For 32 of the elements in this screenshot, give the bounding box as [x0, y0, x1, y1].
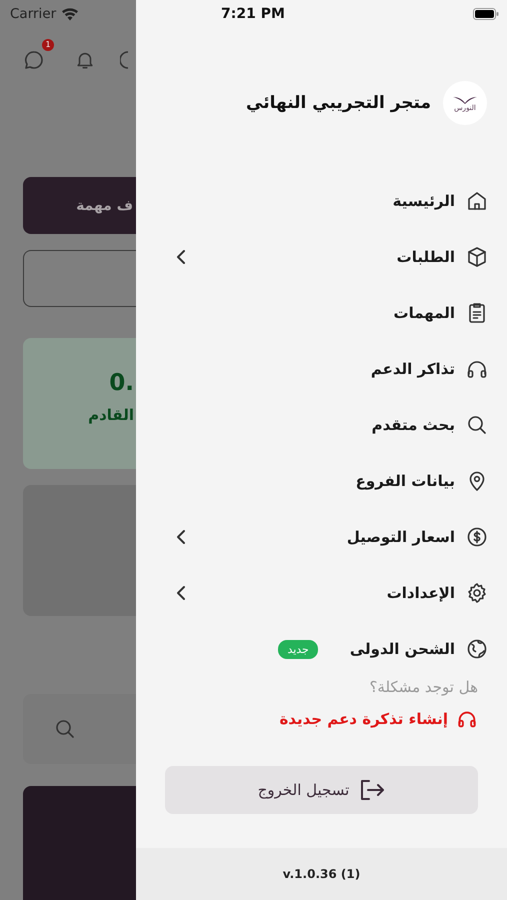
new-ticket-link[interactable]: إنشاء تذكرة دعم جديدة	[279, 710, 448, 728]
menu-item[interactable]: بيانات الفروع	[136, 453, 507, 509]
menu-item[interactable]: المهمات	[136, 285, 507, 341]
chevron-icon	[176, 585, 186, 601]
home-icon	[465, 189, 489, 213]
chevron-icon	[176, 529, 186, 545]
version-label: v.1.0.36 (1)	[282, 867, 360, 881]
store-name: متجر التجريبي النهائي	[246, 93, 431, 113]
menu-item[interactable]: بحث متقدم	[136, 397, 507, 453]
status-time: 7:21 PM	[220, 6, 286, 22]
stat-label: القادم	[88, 406, 134, 424]
notification-badge: 1	[42, 39, 54, 51]
logout-icon	[359, 778, 386, 802]
logout-button[interactable]: تسجيل الخروج	[165, 766, 478, 814]
box-icon	[465, 245, 489, 269]
menu-item[interactable]: تذاكر الدعم	[136, 341, 507, 397]
wifi-icon	[61, 8, 80, 20]
gear-icon	[465, 581, 489, 605]
battery-icon	[473, 8, 499, 20]
chevron-icon	[176, 249, 186, 265]
dollar-circle-icon	[465, 525, 489, 549]
menu-item[interactable]: الطلبات	[136, 229, 507, 285]
menu-item[interactable]: الإعدادات	[136, 565, 507, 621]
chat-icon	[22, 48, 46, 72]
help-question: هل توجد مشكلة؟	[368, 677, 479, 697]
globe-icon	[465, 637, 489, 661]
new-badge: جديد	[278, 640, 318, 658]
stat-value: 0.	[109, 370, 134, 396]
menu-item[interactable]: الرئيسية	[136, 173, 507, 229]
carrier-label: Carrier	[10, 6, 56, 22]
menu-item[interactable]: اسعار التوصيل	[136, 509, 507, 565]
menu-item[interactable]: الشحن الدولى جديد	[136, 621, 507, 677]
